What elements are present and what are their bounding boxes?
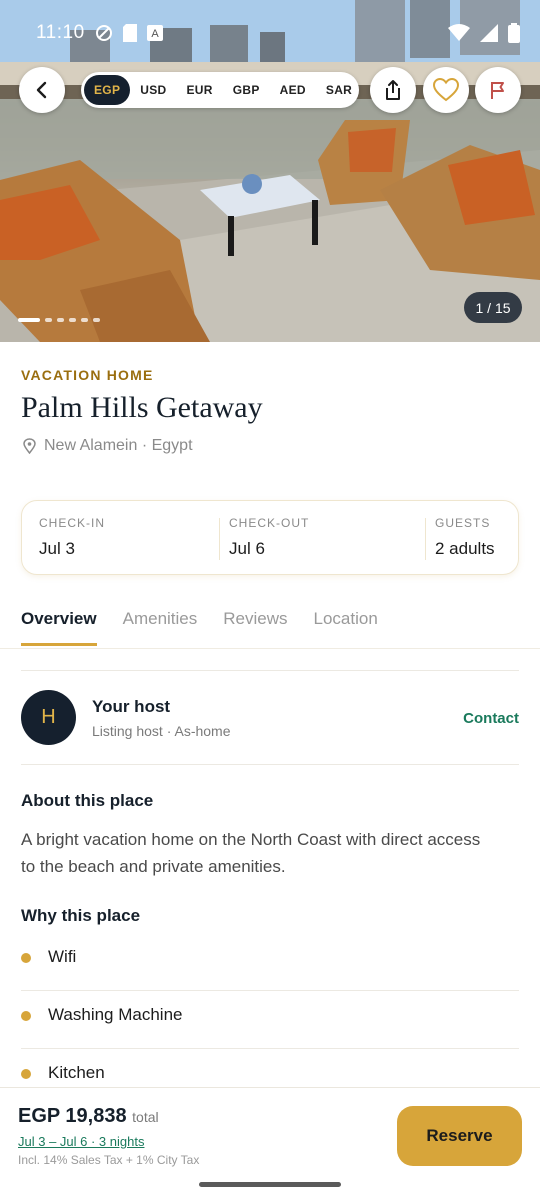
location-text: New Alamein · Egypt xyxy=(44,437,193,454)
status-bar: 11:10 A xyxy=(36,18,520,48)
feature-label: Wifi xyxy=(48,947,77,966)
currency-usd[interactable]: USD xyxy=(130,75,176,105)
currency-egp[interactable]: EGP xyxy=(84,75,131,105)
bullet-icon xyxy=(21,953,31,963)
checkin-value: Jul 3 xyxy=(39,539,75,558)
home-indicator[interactable] xyxy=(199,1182,341,1187)
divider xyxy=(21,764,519,765)
tab-overview[interactable]: Overview xyxy=(21,609,97,646)
pagination-dot xyxy=(69,318,76,322)
checkout-label: CHECK-OUT xyxy=(229,516,310,530)
photo-gallery[interactable]: 11:10 A EGP USD EUR GBP AED SAR 1 / 15 xyxy=(0,0,540,342)
feature-label: Kitchen xyxy=(48,1063,105,1082)
guests-value: 2 adults xyxy=(435,539,495,558)
divider xyxy=(425,518,426,560)
guests-field[interactable]: GUESTS 2 adults xyxy=(435,516,495,559)
currency-eur[interactable]: EUR xyxy=(177,75,223,105)
feature-label: Washing Machine xyxy=(48,1005,183,1024)
booking-summary: CHECK-IN Jul 3 CHECK-OUT Jul 6 GUESTS 2 … xyxy=(21,500,519,575)
tax-note: Incl. 14% Sales Tax + 1% City Tax xyxy=(18,1153,200,1167)
tabs-divider xyxy=(0,648,540,649)
list-item: Wifi xyxy=(21,932,519,990)
pagination-dot xyxy=(45,318,52,322)
tab-reviews[interactable]: Reviews xyxy=(223,609,287,646)
location-pin-icon xyxy=(23,438,36,454)
report-button[interactable] xyxy=(475,67,521,113)
chevron-left-icon xyxy=(36,81,47,99)
listing-location: New Alamein · Egypt xyxy=(23,437,193,455)
divider xyxy=(21,670,519,671)
flag-icon xyxy=(491,82,504,99)
guests-label: GUESTS xyxy=(435,516,491,530)
price-suffix: total xyxy=(132,1109,159,1125)
host-card: H Your host Listing host · As-home Conta… xyxy=(21,690,519,746)
listing-category: VACATION HOME xyxy=(21,367,154,383)
battery-icon xyxy=(508,23,520,43)
tab-location[interactable]: Location xyxy=(314,609,378,646)
currency-selector[interactable]: EGP USD EUR GBP AED SAR xyxy=(81,72,359,108)
why-heading: Why this place xyxy=(21,906,141,925)
pagination-dot xyxy=(57,318,64,322)
host-title: Your host xyxy=(92,697,171,716)
share-button[interactable] xyxy=(370,67,416,113)
photo-counter: 1 / 15 xyxy=(464,292,522,323)
checkin-label: CHECK-IN xyxy=(39,516,106,530)
host-subtitle: Listing host · As-home xyxy=(92,723,231,739)
currency-sar[interactable]: SAR xyxy=(316,75,362,105)
wifi-icon xyxy=(448,24,470,41)
total-price: EGP 19,838 total xyxy=(18,1105,159,1128)
host-avatar: H xyxy=(21,690,76,745)
about-text: A bright vacation home on the North Coas… xyxy=(21,830,481,876)
reserve-button[interactable]: Reserve xyxy=(397,1106,522,1166)
divider xyxy=(219,518,220,560)
stay-dates-link[interactable]: Jul 3 – Jul 6 · 3 nights xyxy=(18,1134,144,1149)
heart-icon xyxy=(433,78,459,102)
status-time: 11:10 xyxy=(36,22,85,43)
pagination-dot xyxy=(93,318,100,322)
signal-icon xyxy=(480,24,498,42)
dnd-icon xyxy=(95,25,112,41)
share-icon xyxy=(386,80,400,100)
bullet-icon xyxy=(21,1069,31,1079)
pagination-dot xyxy=(18,318,40,322)
pagination-dot xyxy=(81,318,88,322)
currency-gbp[interactable]: GBP xyxy=(223,75,270,105)
checkout-field[interactable]: CHECK-OUT Jul 6 xyxy=(229,516,309,559)
checkout-value: Jul 6 xyxy=(229,539,265,558)
keyboard-a-icon: A xyxy=(146,25,163,41)
checkin-field[interactable]: CHECK-IN Jul 3 xyxy=(39,516,105,559)
about-heading: About this place xyxy=(21,791,154,810)
bullet-icon xyxy=(21,1011,31,1021)
tab-amenities[interactable]: Amenities xyxy=(123,609,198,646)
gallery-pagination xyxy=(18,318,100,322)
price-amount: EGP 19,838 xyxy=(18,1105,127,1127)
back-button[interactable] xyxy=(19,67,65,113)
sd-card-icon xyxy=(122,24,137,42)
currency-aed[interactable]: AED xyxy=(270,75,316,105)
favorite-button[interactable] xyxy=(423,67,469,113)
listing-title: Palm Hills Getaway xyxy=(21,391,263,424)
list-item: Washing Machine xyxy=(21,990,519,1048)
contact-host-button[interactable]: Contact xyxy=(463,710,519,727)
section-tabs: Overview Amenities Reviews Location xyxy=(21,609,378,646)
listing-photo xyxy=(0,0,540,342)
svg-text:A: A xyxy=(151,28,159,40)
